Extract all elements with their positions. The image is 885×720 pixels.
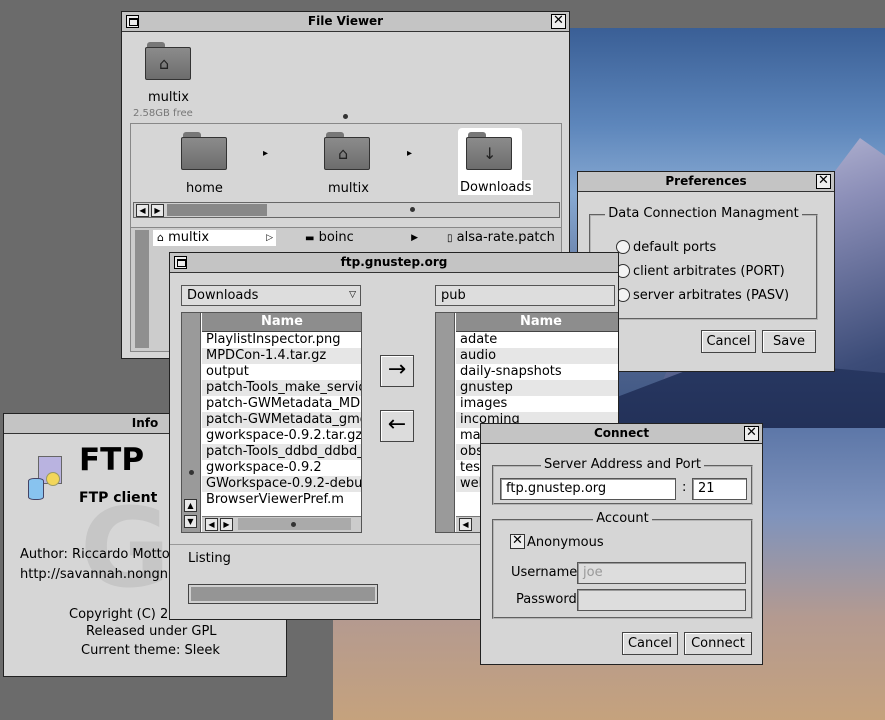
list-item[interactable]: GWorkspace-0.9.2-debug [202, 476, 361, 492]
scroll-right-arrow[interactable]: ▶ [151, 204, 164, 217]
browser-col-file[interactable]: ▯ alsa-rate.patch [443, 230, 563, 246]
local-file-list[interactable]: ▲ ▼ Name PlaylistInspector.png MPDCon-1.4… [181, 312, 362, 533]
author: Author: Riccardo Mottola [20, 547, 182, 562]
remote-path-popup[interactable]: pub [435, 285, 615, 306]
volume-name: multix [148, 90, 189, 105]
port-field[interactable]: 21 [692, 478, 747, 500]
radio-label: default ports [633, 240, 717, 255]
path-home-label[interactable]: home [186, 181, 223, 196]
list-item[interactable]: daily-snapshots [456, 364, 618, 380]
list-item[interactable]: patch-GWMetadata_gmds [202, 412, 361, 428]
file-viewer-titlebar[interactable]: File Viewer ✕ [122, 12, 569, 32]
ftp-app-icon [24, 454, 66, 502]
copyright: Copyright (C) 20 [69, 607, 177, 622]
url[interactable]: http://savannah.nongnu [20, 567, 176, 582]
connect-button[interactable]: Connect [684, 632, 752, 655]
browser-col-boinc[interactable]: ▬ boinc ▶ [301, 230, 421, 246]
theme: Current theme: Sleek [81, 643, 220, 658]
list-item[interactable]: patch-Tools_ddbd_ddbd_m [202, 444, 361, 460]
home-folder-icon[interactable]: ⌂ [145, 42, 191, 80]
name-column-header[interactable]: Name [202, 313, 361, 332]
list-item[interactable]: audio [456, 348, 618, 364]
list-item[interactable]: patch-GWMetadata_MDFinder [202, 396, 361, 412]
path-scroller[interactable]: ◀ ▶ [133, 202, 560, 218]
home-folder-icon: ⌂ [157, 231, 164, 244]
cancel-button[interactable]: Cancel [622, 632, 678, 655]
path-view: home ▸ ⌂ multix ▸ ↓ Downloads ◀ ▶ [130, 123, 562, 229]
preferences-titlebar[interactable]: Preferences ✕ [578, 172, 834, 192]
connect-titlebar[interactable]: Connect ✕ [481, 424, 762, 444]
list-item[interactable]: MPDCon-1.4.tar.gz [202, 348, 361, 364]
server-address-field[interactable]: ftp.gnustep.org [500, 478, 676, 500]
anonymous-checkbox[interactable]: ✕ [510, 534, 525, 549]
path-downloads-label[interactable]: Downloads [458, 180, 534, 195]
app-name: FTP [79, 442, 145, 478]
resize-dot[interactable] [343, 114, 348, 119]
path-separator-icon: ▸ [407, 148, 413, 159]
local-list-scrollbar[interactable]: ▲ ▼ [182, 313, 201, 532]
radio-label: client arbitrates (PORT) [633, 264, 785, 279]
home-folder-icon[interactable] [181, 132, 227, 170]
data-connection-group: Data Connection Managment default ports … [589, 206, 818, 320]
remote-list-scrollbar[interactable] [436, 313, 455, 532]
scroll-left-arrow[interactable]: ◀ [205, 518, 218, 531]
scroll-down-arrow[interactable]: ▼ [184, 515, 197, 528]
upload-arrow-button[interactable]: → [380, 355, 414, 387]
miniaturize-button[interactable] [174, 256, 187, 269]
connect-window: Connect ✕ Server Address and Port ftp.gn… [480, 423, 763, 665]
scroll-knob[interactable] [167, 204, 267, 216]
path-separator-icon: ▸ [263, 148, 269, 159]
close-button[interactable]: ✕ [744, 426, 759, 441]
cancel-button[interactable]: Cancel [701, 330, 756, 353]
list-item[interactable]: gnustep [456, 380, 618, 396]
username-label: Username [511, 565, 578, 580]
path-multix-label[interactable]: multix [328, 181, 369, 196]
list-item[interactable]: output [202, 364, 361, 380]
save-button[interactable]: Save [762, 330, 816, 353]
browser-col-multix[interactable]: ⌂ multix ▷ [153, 230, 276, 246]
anonymous-label: Anonymous [527, 535, 604, 550]
app-description: FTP client [79, 490, 158, 506]
account-group: Account ✕ Anonymous Username joe Passwor… [492, 511, 753, 619]
scroll-up-arrow[interactable]: ▲ [184, 499, 197, 512]
list-item[interactable]: gworkspace-0.9.2.tar.gz [202, 428, 361, 444]
popup-arrow-icon: ▽ [349, 290, 356, 300]
server-group: Server Address and Port ftp.gnustep.org … [492, 457, 753, 505]
local-path-popup[interactable]: Downloads ▽ [181, 285, 361, 306]
list-item[interactable]: images [456, 396, 618, 412]
list-item[interactable]: BrowserViewerPref.m [202, 492, 361, 508]
scroll-left-arrow[interactable]: ◀ [136, 204, 149, 217]
scroll-left-arrow[interactable]: ◀ [459, 518, 472, 531]
close-button[interactable]: ✕ [551, 14, 566, 29]
download-arrow-button[interactable]: ← [380, 410, 414, 442]
name-column-header[interactable]: Name [456, 313, 618, 332]
list-item[interactable]: PlaylistInspector.png [202, 332, 361, 348]
scroll-right-arrow[interactable]: ▶ [220, 518, 233, 531]
username-field[interactable]: joe [577, 562, 746, 584]
volume-free: 2.58GB free [133, 108, 193, 119]
port-separator: : [682, 480, 687, 495]
home-folder-icon[interactable]: ⌂ [324, 132, 370, 170]
license: Released under GPL [86, 624, 217, 639]
list-item[interactable]: gworkspace-0.9.2 [202, 460, 361, 476]
download-folder-icon[interactable]: ↓ [466, 132, 512, 170]
folder-icon: ▬ [305, 233, 315, 244]
status-label: Listing [188, 551, 231, 566]
list-item[interactable]: adate [456, 332, 618, 348]
ftp-titlebar[interactable]: ftp.gnustep.org [170, 253, 618, 273]
miniaturize-button[interactable] [126, 15, 139, 28]
list-item[interactable]: patch-Tools_make_services [202, 380, 361, 396]
radio-label: server arbitrates (PASV) [633, 288, 790, 303]
password-field[interactable] [577, 589, 746, 611]
password-label: Password [516, 592, 577, 607]
local-h-scroller[interactable]: ◀ ▶ [202, 516, 361, 532]
browser-scrollbar[interactable] [135, 230, 149, 348]
progress-bar [188, 584, 378, 604]
file-icon: ▯ [447, 233, 453, 244]
close-button[interactable]: ✕ [816, 174, 831, 189]
